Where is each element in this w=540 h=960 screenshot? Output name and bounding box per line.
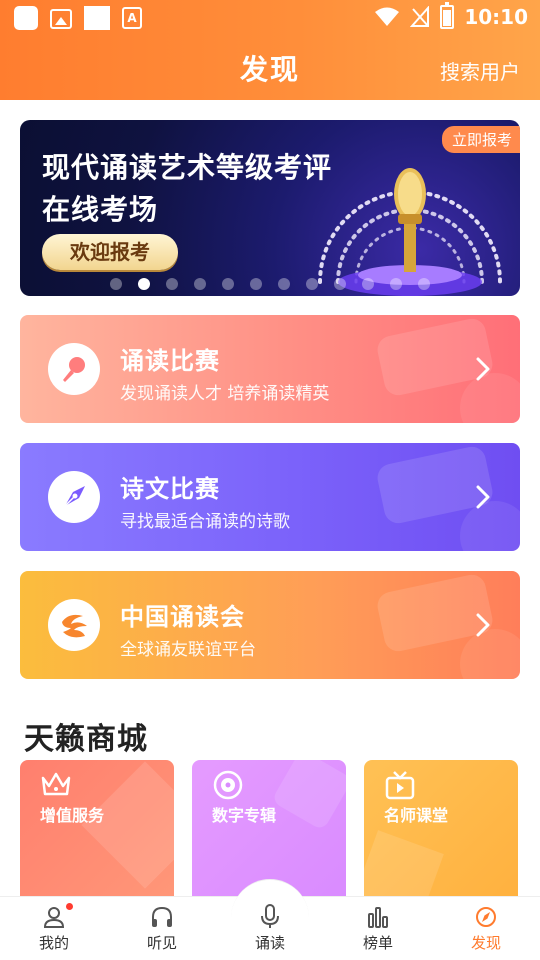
mall-item-label: 增值服务 <box>40 806 105 825</box>
nav-tab-listen[interactable]: 听见 <box>108 897 216 960</box>
mall-item-label: 数字专辑 <box>212 806 277 825</box>
system-status: 10:10 <box>374 2 528 29</box>
bar-chart-icon <box>368 907 388 928</box>
microphone-icon <box>261 904 279 928</box>
card-subtitle: 发现诵读人才 培养诵读精英 <box>120 384 330 404</box>
golden-microphone-illustration <box>318 168 502 296</box>
carousel-dot[interactable] <box>278 278 290 290</box>
tv-icon <box>385 771 415 800</box>
banner-subheadline: 在线考场 <box>42 193 159 226</box>
carousel-dot[interactable] <box>166 278 178 290</box>
microphone-icon <box>48 343 100 395</box>
chevron-right-icon <box>476 485 490 509</box>
master-class-card[interactable]: 名师课堂 <box>364 760 518 900</box>
nav-label: 我的 <box>38 934 69 952</box>
no-signal-icon <box>410 6 430 27</box>
card-title: 中国诵读会 <box>120 603 245 631</box>
clock: 10:10 <box>464 5 528 29</box>
mall-item-label: 名师课堂 <box>384 806 449 825</box>
nav-label: 诵读 <box>254 934 285 952</box>
mall-section-title: 天籁商城 <box>24 722 148 757</box>
carousel-dot[interactable] <box>390 278 402 290</box>
wifi-icon <box>375 7 400 26</box>
china-recitation-club-card[interactable]: 中国诵读会 全球诵友联谊平台 <box>20 571 520 679</box>
chevron-right-icon <box>476 357 490 381</box>
bottom-navigation: 我的 听见 诵读 榜单 发现 <box>0 879 540 960</box>
search-user-button[interactable]: 搜索用户 <box>440 56 520 85</box>
card-decoration <box>271 760 346 831</box>
battery-icon <box>440 2 455 29</box>
nav-tab-me[interactable]: 我的 <box>0 897 108 960</box>
welcome-exam-button[interactable]: 欢迎报考 <box>42 234 178 270</box>
pen-nib-icon <box>48 471 100 523</box>
carousel-dot[interactable] <box>334 278 346 290</box>
text-notification-icon: A <box>122 7 142 29</box>
status-bar: A 10:10 <box>0 0 540 36</box>
banner-headline: 现代诵读艺术等级考评 <box>42 151 333 184</box>
disc-icon <box>213 770 243 800</box>
crown-icon <box>41 772 71 796</box>
card-subtitle: 全球诵友联谊平台 <box>120 640 256 660</box>
swirl-logo-icon <box>48 599 100 651</box>
chevron-right-icon <box>476 613 490 637</box>
compass-icon <box>476 907 496 927</box>
carousel-dot[interactable] <box>250 278 262 290</box>
nav-label: 听见 <box>146 934 177 952</box>
top-header: A 10:10 发现 搜索用户 <box>0 0 540 100</box>
recitation-contest-card[interactable]: 诵读比赛 发现诵读人才 培养诵读精英 <box>20 315 520 423</box>
nav-label: 发现 <box>470 934 501 952</box>
notification-dot <box>66 903 73 910</box>
carousel-dot[interactable] <box>362 278 374 290</box>
carousel-dot[interactable] <box>222 278 234 290</box>
blank-notification-icon <box>84 6 110 30</box>
carousel-dot[interactable] <box>194 278 206 290</box>
carousel-indicators[interactable] <box>20 278 520 290</box>
carousel-dot[interactable] <box>306 278 318 290</box>
card-subtitle: 寻找最适合诵读的诗歌 <box>120 512 290 532</box>
headphones-icon <box>152 906 172 927</box>
carousel-dot[interactable] <box>418 278 430 290</box>
value-added-service-card[interactable]: 增值服务 <box>20 760 174 900</box>
app-notification-icon <box>14 6 38 30</box>
nav-tab-recite[interactable]: 诵读 <box>216 897 324 960</box>
card-title: 诗文比赛 <box>120 475 220 503</box>
card-title: 诵读比赛 <box>120 347 220 375</box>
nav-tab-rankings[interactable]: 榜单 <box>324 897 432 960</box>
nav-label: 榜单 <box>362 934 393 952</box>
carousel-dot-active[interactable] <box>138 278 150 290</box>
image-notification-icon <box>50 9 72 29</box>
user-icon <box>43 907 65 928</box>
poetry-contest-card[interactable]: 诗文比赛 寻找最适合诵读的诗歌 <box>20 443 520 551</box>
notification-icons: A <box>14 6 142 30</box>
nav-tab-discover[interactable]: 发现 <box>432 897 540 960</box>
carousel-dot[interactable] <box>110 278 122 290</box>
card-decoration <box>364 830 444 900</box>
exam-banner[interactable]: 立即报考 现代诵读艺术等级考评 在线考场 欢迎报考 <box>20 120 520 296</box>
